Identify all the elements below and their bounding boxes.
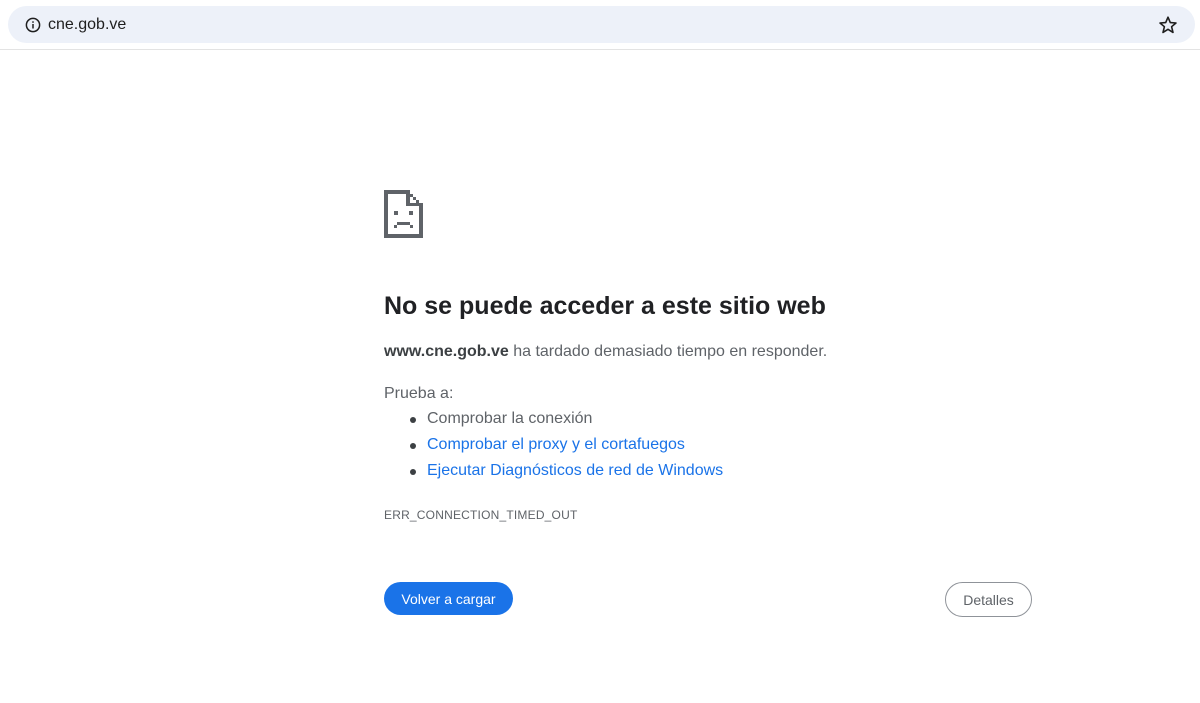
suggestions-intro: Prueba a: [384,385,454,402]
browser-toolbar: cne.gob.ve [0,0,1200,50]
summary-host: www.cne.gob.ve [384,343,509,360]
summary-text: ha tardado demasiado tiempo en responder… [508,343,828,360]
suggestion-label: Comprobar la conexión [427,410,593,427]
page-title: No se puede acceder a este sitio web [384,292,826,320]
star-icon[interactable] [1158,15,1178,35]
sad-page-icon [384,190,423,238]
address-bar[interactable]: cne.gob.ve [8,6,1195,43]
check-proxy-link[interactable]: Comprobar el proxy y el cortafuegos [427,436,685,453]
details-button[interactable]: Detalles [945,582,1032,617]
suggestion-run-diagnostics[interactable]: Ejecutar Diagnósticos de red de Windows [384,460,723,486]
suggestion-check-connection: Comprobar la conexión [384,408,723,434]
suggestions-list: Comprobar la conexión Comprobar el proxy… [384,408,723,486]
url-text[interactable]: cne.gob.ve [48,15,126,35]
error-code: ERR_CONNECTION_TIMED_OUT [384,508,578,522]
info-icon[interactable] [25,17,41,33]
network-diagnostics-link[interactable]: Ejecutar Diagnósticos de red de Windows [427,462,723,479]
error-summary: www.cne.gob.ve ha tardado demasiado tiem… [384,342,827,362]
reload-button[interactable]: Volver a cargar [384,582,513,615]
suggestion-check-proxy[interactable]: Comprobar el proxy y el cortafuegos [384,434,723,460]
